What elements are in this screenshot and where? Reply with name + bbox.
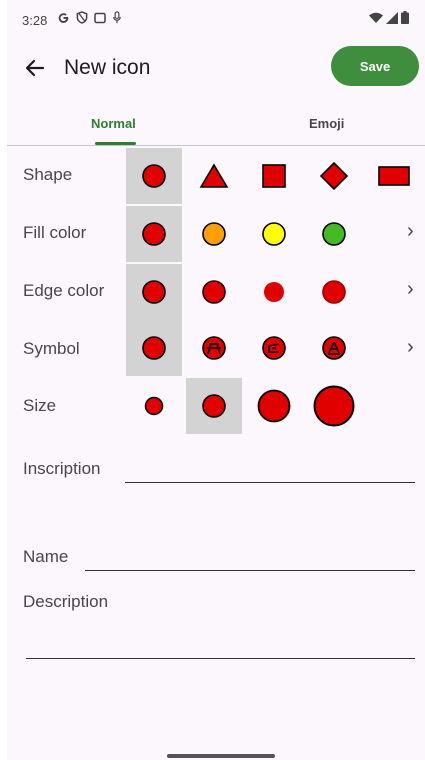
symbol-option-tunnel-icon[interactable] bbox=[246, 320, 302, 376]
symbol-option-campfire-icon[interactable] bbox=[306, 320, 362, 376]
signal-icon bbox=[386, 11, 398, 24]
shape-option-circle[interactable] bbox=[126, 148, 182, 204]
shield-icon bbox=[76, 11, 88, 24]
new-icon-screen: 3:28 New icon Save Normal Emoji Shape Fi… bbox=[7, 0, 425, 760]
save-button[interactable]: Save bbox=[331, 46, 419, 86]
fill-color-label: Fill color bbox=[23, 223, 87, 242]
screen-icon bbox=[94, 12, 106, 23]
battery-icon bbox=[401, 11, 409, 24]
name-label: Name bbox=[23, 547, 69, 566]
shape-option-triangle[interactable] bbox=[186, 148, 242, 204]
size-option-large[interactable] bbox=[246, 378, 302, 434]
status-bar: 3:28 bbox=[7, 8, 417, 32]
page-title: New icon bbox=[64, 56, 151, 79]
shape-option-square[interactable] bbox=[246, 148, 302, 204]
symbol-option-picnic-table-icon[interactable] bbox=[186, 320, 242, 376]
name-input[interactable] bbox=[85, 544, 415, 571]
edge-color-none[interactable] bbox=[246, 264, 302, 320]
size-option-medium[interactable] bbox=[186, 378, 242, 434]
edge-color-dark[interactable] bbox=[186, 264, 242, 320]
tab-divider bbox=[7, 145, 425, 146]
edge-color-more-chevron-icon[interactable]: › bbox=[407, 278, 414, 301]
edge-color-red[interactable] bbox=[306, 264, 362, 320]
gesture-nav-handle[interactable] bbox=[167, 754, 275, 758]
fill-color-orange[interactable] bbox=[186, 206, 242, 262]
size-option-small[interactable] bbox=[126, 378, 182, 434]
inscription-input[interactable] bbox=[125, 456, 415, 483]
fill-color-green[interactable] bbox=[306, 206, 362, 262]
edge-color-black[interactable] bbox=[126, 264, 182, 320]
edge-color-label: Edge color bbox=[23, 281, 105, 300]
shape-label: Shape bbox=[23, 165, 73, 184]
tab-normal[interactable]: Normal bbox=[91, 116, 136, 131]
symbol-label: Symbol bbox=[23, 339, 80, 358]
description-input[interactable] bbox=[26, 632, 415, 659]
fill-color-yellow[interactable] bbox=[246, 206, 302, 262]
back-arrow-icon[interactable] bbox=[21, 54, 49, 82]
fill-color-more-chevron-icon[interactable]: › bbox=[407, 220, 414, 243]
symbol-more-chevron-icon[interactable]: › bbox=[407, 336, 414, 359]
tab-emoji[interactable]: Emoji bbox=[309, 116, 344, 131]
shape-option-diamond[interactable] bbox=[306, 148, 362, 204]
google-icon bbox=[58, 13, 69, 23]
symbol-option-none[interactable] bbox=[126, 320, 182, 376]
inscription-label: Inscription bbox=[23, 459, 101, 478]
shape-option-rectangle[interactable] bbox=[366, 148, 422, 204]
wifi-icon bbox=[369, 12, 383, 23]
status-time: 3:28 bbox=[22, 13, 48, 28]
description-label: Description bbox=[23, 592, 109, 611]
fill-color-red[interactable] bbox=[126, 206, 182, 262]
size-option-extra-large[interactable] bbox=[306, 378, 362, 434]
size-label: Size bbox=[23, 396, 57, 415]
mic-icon bbox=[113, 11, 121, 24]
